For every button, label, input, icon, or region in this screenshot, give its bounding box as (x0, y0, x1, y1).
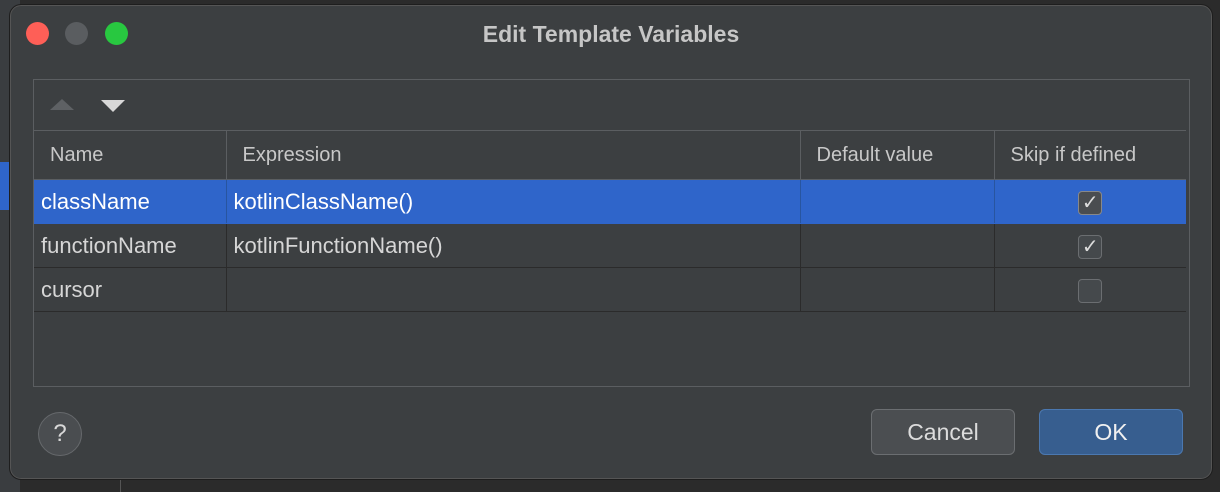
cell-expression[interactable] (226, 267, 801, 312)
table-row[interactable]: className kotlinClassName() ✓ (34, 179, 1186, 224)
cell-skip-if-defined: ✓ (994, 179, 1186, 224)
cell-name[interactable]: functionName (34, 223, 227, 268)
cell-default-value[interactable] (800, 179, 995, 224)
move-up-icon[interactable] (50, 99, 74, 110)
ok-button[interactable]: OK (1039, 409, 1183, 455)
help-button[interactable]: ? (38, 412, 82, 456)
table-toolbar (34, 80, 1189, 130)
cell-skip-if-defined (994, 267, 1186, 312)
cell-default-value[interactable] (800, 267, 995, 312)
column-header-name[interactable]: Name (34, 130, 227, 180)
skip-checkbox[interactable]: ✓ (1078, 234, 1103, 259)
skip-checkbox[interactable] (1078, 278, 1103, 303)
variables-table-panel: Name Expression Default value Skip if de… (33, 79, 1190, 387)
cell-expression[interactable]: kotlinClassName() (226, 179, 801, 224)
column-header-skip-if-defined[interactable]: Skip if defined (994, 130, 1186, 180)
cell-expression[interactable]: kotlinFunctionName() (226, 223, 801, 268)
move-down-icon[interactable] (101, 100, 125, 112)
table-header-row: Name Expression Default value Skip if de… (34, 130, 1186, 180)
variables-table: Name Expression Default value Skip if de… (34, 130, 1186, 312)
table-row[interactable]: functionName kotlinFunctionName() ✓ (34, 223, 1186, 268)
column-header-expression[interactable]: Expression (226, 130, 801, 180)
cell-name[interactable]: className (34, 179, 227, 224)
cell-name[interactable]: cursor (34, 267, 227, 312)
cancel-button[interactable]: Cancel (871, 409, 1015, 455)
dialog-title: Edit Template Variables (482, 21, 740, 47)
cell-default-value[interactable] (800, 223, 995, 268)
cell-skip-if-defined: ✓ (994, 223, 1186, 268)
skip-checkbox[interactable]: ✓ (1078, 190, 1103, 215)
edit-template-variables-dialog: Edit Template Variables Name Expression … (9, 4, 1213, 480)
column-header-default-value[interactable]: Default value (800, 130, 995, 180)
table-row[interactable]: cursor (34, 267, 1186, 312)
